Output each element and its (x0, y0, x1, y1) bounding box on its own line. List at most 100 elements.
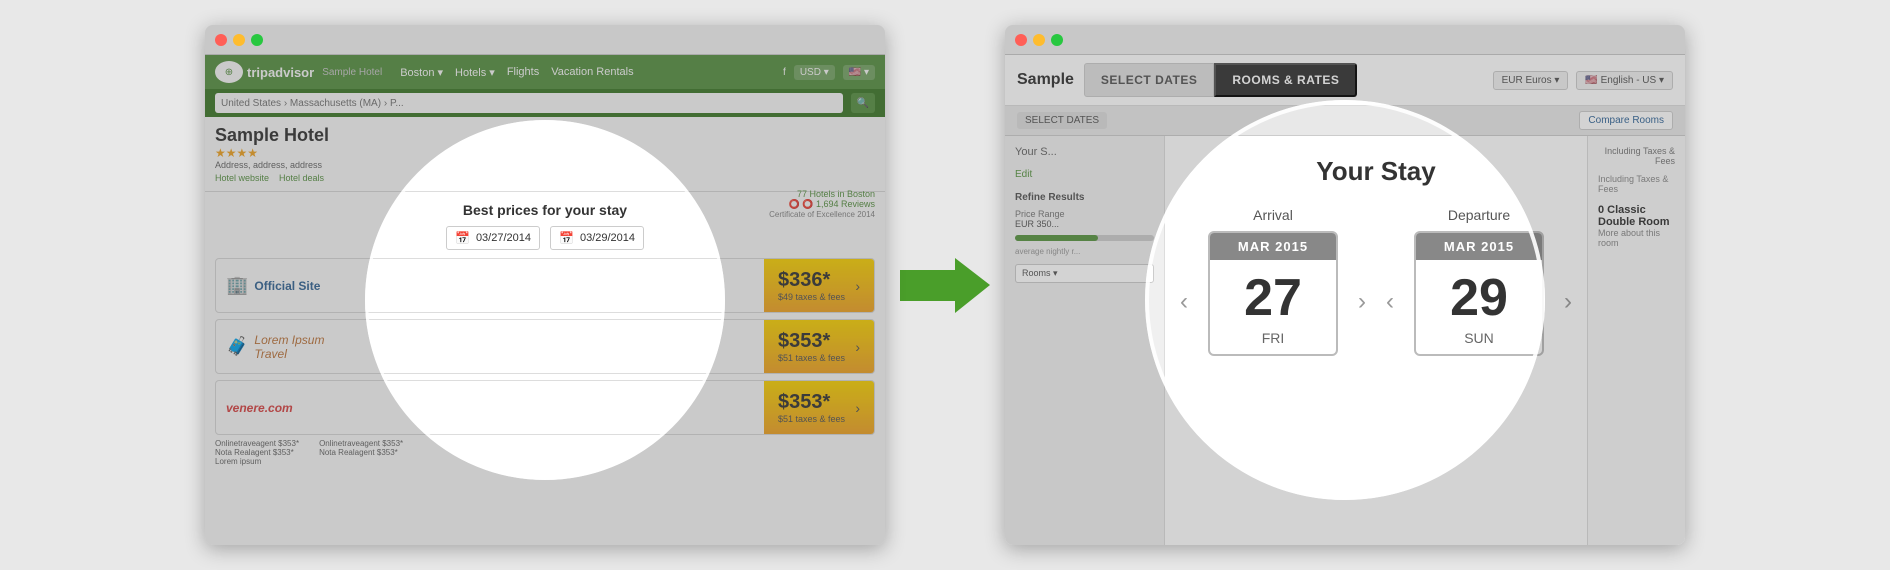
hotel-info-section: Sample Hotel ★★★★ Address, address, addr… (205, 117, 885, 192)
chevron-right-icon: › (855, 278, 860, 294)
arrow-container (885, 258, 1005, 313)
tab-rooms-rates-btn[interactable]: ROOMS & RATES (1214, 63, 1357, 97)
checkin-date-input[interactable]: 📅 03/27/2014 (446, 226, 540, 250)
online-travel-2: Onlinetraveagent $353* (319, 439, 403, 448)
lorem-1: Lorem ipsum (215, 457, 299, 466)
left-browser-content: ⊕ tripadvisor Sample Hotel Boston ▾ Hote… (205, 55, 885, 545)
ta-nav-vacation[interactable]: Vacation Rentals (551, 66, 633, 79)
arrival-day-number: 27 (1210, 260, 1336, 330)
arrival-label: Arrival (1208, 207, 1338, 223)
refine-results-label: Refine Results (1015, 192, 1154, 203)
arrival-date-box: MAR 2015 27 FRI (1208, 231, 1338, 356)
facebook-icon[interactable]: f (783, 67, 786, 78)
left-browser-window: ⊕ tripadvisor Sample Hotel Boston ▾ Hote… (205, 25, 885, 545)
tab-select-dates-btn[interactable]: SELECT DATES (1084, 63, 1214, 97)
traffic-light-yellow[interactable] (233, 34, 245, 46)
ta-search-input[interactable] (215, 93, 843, 113)
departure-prev-arrow[interactable]: ‹ (1386, 288, 1394, 316)
arrival-prev-arrow[interactable]: ‹ (1180, 288, 1188, 316)
nightly-rate-label: average nightly r... (1015, 247, 1154, 256)
booking-right-column: Including Taxes & Fees Including Taxes &… (1587, 136, 1685, 545)
ta-search-button[interactable]: 🔍 (851, 93, 875, 113)
rooms-dropdown[interactable]: Rooms ▾ (1015, 264, 1154, 283)
hotel-stars: ★★★★ (215, 146, 875, 160)
booking-main-layout: Your S... Edit Refine Results Price Rang… (1005, 136, 1685, 545)
departure-next-arrow[interactable]: › (1564, 288, 1572, 316)
edit-stay-link[interactable]: Edit (1015, 169, 1032, 180)
official-site-building-icon: 🏢 (226, 275, 248, 296)
checkout-date-input[interactable]: 📅 03/29/2014 (550, 226, 644, 250)
arrow-polygon (900, 258, 990, 313)
ta-nav-links: Boston ▾ Hotels ▾ Flights Vacation Renta… (400, 66, 633, 79)
chevron-right-icon-3: › (855, 400, 860, 416)
right-traffic-light-red[interactable] (1015, 34, 1027, 46)
lorem-ipsum-price-info: $353* $51 taxes & fees (778, 330, 845, 363)
arrival-date-card: Arrival MAR 2015 27 FRI (1208, 207, 1338, 356)
lorem-ipsum-price-taxes: $51 taxes & fees (778, 353, 845, 363)
nota-real-2: Nota Realagent $353* (319, 448, 403, 457)
lorem-ipsum-logo: 🧳 Lorem Ipsum Travel (216, 325, 336, 369)
venere-logo-text: venere.com (226, 401, 293, 415)
subnav-select-dates[interactable]: SELECT DATES (1017, 112, 1107, 129)
incl-taxes-label: Including Taxes & Fees (1598, 146, 1675, 166)
departure-day-number: 29 (1416, 260, 1542, 330)
compare-rooms-button[interactable]: Compare Rooms (1579, 111, 1673, 130)
checkout-date-value: 03/29/2014 (580, 232, 635, 244)
right-titlebar (1005, 25, 1685, 55)
arrival-month-bar: MAR 2015 (1210, 233, 1336, 260)
ta-nav-hotels[interactable]: Hotels ▾ (455, 66, 495, 79)
booking-sidebar: Your S... Edit Refine Results Price Rang… (1005, 136, 1165, 545)
venere-price-btn[interactable]: $353* $51 taxes & fees › (764, 381, 874, 434)
booking-language-selector[interactable]: 🇺🇸 English - US ▾ (1576, 71, 1673, 90)
ta-nav-boston[interactable]: Boston ▾ (400, 66, 443, 79)
sidebar-your-stay-label: Your S... (1015, 146, 1154, 158)
price-row-venere: venere.com $353* $51 taxes & fees › (215, 380, 875, 435)
booking-hotel-name: Sample (1017, 71, 1074, 89)
departure-date-box: MAR 2015 29 SUN (1414, 231, 1544, 356)
tripadvisor-logo: ⊕ tripadvisor Sample Hotel (215, 61, 382, 83)
best-prices-section: Best prices for your stay 📅 03/27/2014 📅… (205, 192, 885, 476)
booking-currency-selector[interactable]: EUR Euros ▾ (1493, 71, 1569, 90)
ta-nav-flights[interactable]: Flights (507, 66, 539, 79)
review-count: ⭕ ⭕ 1,694 Reviews (769, 199, 875, 210)
official-site-label: Official Site (254, 279, 320, 293)
booking-header: Sample SELECT DATES ROOMS & RATES EUR Eu… (1005, 55, 1685, 106)
lorem-ipsum-price-main: $353* (778, 330, 845, 353)
right-traffic-light-yellow[interactable] (1033, 34, 1045, 46)
official-site-price-btn[interactable]: $336* $49 taxes & fees › (764, 259, 874, 312)
right-traffic-light-green[interactable] (1051, 34, 1063, 46)
main-container: ⊕ tripadvisor Sample Hotel Boston ▾ Hote… (0, 0, 1890, 570)
hotel-deals-link[interactable]: Hotel deals (279, 173, 324, 183)
excellence-badge: Certificate of Excellence 2014 (769, 210, 875, 219)
departure-month-bar: MAR 2015 (1416, 233, 1542, 260)
small-price-rows: Onlinetraveagent $353* Nota Realagent $3… (215, 439, 875, 466)
hotel-website-link[interactable]: Hotel website (215, 173, 269, 183)
arrival-day-name: FRI (1210, 330, 1336, 354)
hotel-right-info: 77 Hotels in Boston ⭕ ⭕ 1,694 Reviews Ce… (769, 189, 875, 219)
online-travel-1: Onlinetraveagent $353* (215, 439, 299, 448)
ta-right-controls: f USD ▾ 🇺🇸 ▾ (783, 65, 875, 80)
departure-label: Departure (1414, 207, 1544, 223)
room-name: 0 Classic Double Room (1598, 204, 1675, 228)
departure-day-name: SUN (1416, 330, 1542, 354)
room-description: More about this room (1598, 228, 1675, 248)
lorem-ipsum-price-btn[interactable]: $353* $51 taxes & fees › (764, 320, 874, 373)
traffic-light-red[interactable] (215, 34, 227, 46)
your-stay-center-panel: Your Stay ‹ Arrival MAR 2015 27 FRI (1165, 136, 1587, 545)
traffic-light-green[interactable] (251, 34, 263, 46)
hotel-links: Hotel website Hotel deals (215, 173, 875, 183)
language-flag[interactable]: 🇺🇸 ▾ (843, 65, 875, 80)
currency-selector[interactable]: USD ▾ (794, 65, 835, 80)
tripadvisor-owl-icon: ⊕ (215, 61, 243, 83)
tripadvisor-navbar: ⊕ tripadvisor Sample Hotel Boston ▾ Hote… (205, 55, 885, 89)
price-row-official: 🏢 Official Site $336* $49 taxes & fees › (215, 258, 875, 313)
tripadvisor-logo-text: tripadvisor (247, 65, 314, 80)
date-inputs: 📅 03/27/2014 📅 03/29/2014 (215, 226, 875, 250)
booking-right-controls: EUR Euros ▾ 🇺🇸 English - US ▾ (1493, 71, 1673, 90)
hotels-count: 77 Hotels in Boston (769, 189, 875, 199)
price-range-slider[interactable] (1015, 235, 1154, 241)
arrival-next-arrow[interactable]: › (1358, 288, 1366, 316)
official-site-price-info: $336* $49 taxes & fees (778, 269, 845, 302)
departure-date-card: Departure MAR 2015 29 SUN (1414, 207, 1544, 356)
stay-dates-row: ‹ Arrival MAR 2015 27 FRI › (1180, 207, 1572, 356)
